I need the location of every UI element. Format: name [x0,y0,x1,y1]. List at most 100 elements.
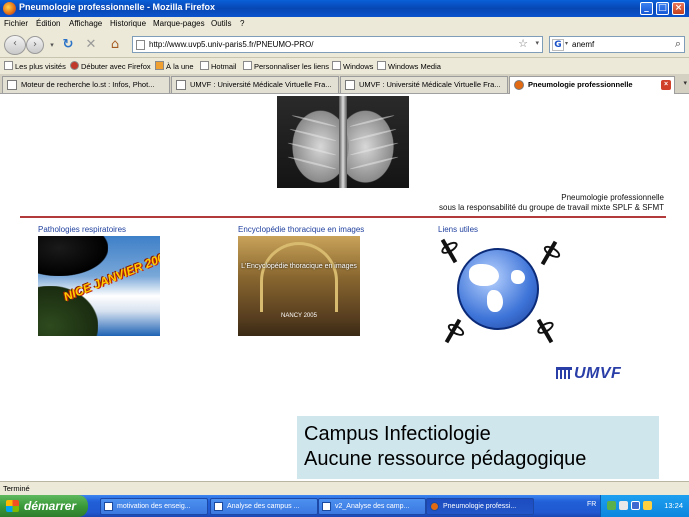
tab-pneumologie[interactable]: Pneumologie professionnelle × [509,76,675,94]
url-bar[interactable]: ☆ ▾ [132,36,543,53]
page-icon [377,61,386,70]
liens-utiles-globe-image[interactable] [437,236,567,348]
caption-subtitle: sous la responsabilité du groupe de trav… [439,203,664,212]
word-doc-icon [214,502,223,511]
menu-fichier[interactable]: Fichier [4,19,28,28]
firefox-task-icon [430,502,439,511]
pathologies-thumbnail[interactable]: NICE JANVIER 2004 [38,236,160,336]
status-text: Terminé [3,484,30,493]
minimize-button[interactable]: _ [640,2,653,15]
tab-favicon [176,80,186,90]
task-pneumologie[interactable]: Pneumologie professi... [426,498,534,515]
task-motivation[interactable]: motivation des enseig... [100,498,208,515]
tab-list-dropdown-icon[interactable]: ▾ [683,79,687,87]
tray-network-icon[interactable] [607,501,616,510]
search-engine-dropdown-icon[interactable]: ▾ [565,40,568,47]
url-dropdown-icon[interactable]: ▾ [535,39,539,47]
history-dropdown-icon[interactable]: ▾ [44,37,60,53]
menu-marque-pages[interactable]: Marque-pages [153,19,205,28]
bookmark-a-la-une[interactable]: À la une [155,61,194,71]
bookmark-debuter-firefox[interactable]: Débuter avec Firefox [70,61,151,71]
tab-strip: Moteur de recherche lo.st : Infos, Phot.… [0,74,689,94]
rss-icon [155,61,164,70]
divider [20,216,666,218]
firefox-bookmark-icon [70,61,79,70]
bookmark-personnaliser[interactable]: Personnaliser les liens [243,61,329,71]
bookmark-windows-media[interactable]: Windows Media [377,61,441,71]
campus-subtitle: Aucune ressource pédagogique [304,448,587,470]
clock[interactable]: 13:24 [664,501,683,510]
tab-favicon [7,80,17,90]
system-tray: FR 13:24 [587,495,689,517]
forward-button[interactable]: › [26,36,44,54]
status-bar: Terminé [0,481,689,495]
close-tab-icon[interactable]: × [661,80,671,90]
reload-icon[interactable]: ↻ [60,37,76,53]
site-caption: Pneumologie professionnelle sous la resp… [439,193,664,213]
menu-edition[interactable]: Édition [36,19,60,28]
tray-volume-icon[interactable] [619,501,628,510]
tab-favicon [345,80,355,90]
firefox-tab-icon [514,80,524,90]
bookmark-star-icon[interactable]: ☆ [518,37,528,50]
bookmark-plus-visites[interactable]: Les plus visités [4,61,66,71]
link-pathologies-respiratoires[interactable]: Pathologies respiratoires [38,225,126,234]
tray-security-icon[interactable] [643,501,652,510]
language-indicator[interactable]: FR [587,501,596,508]
navigation-toolbar: ‹ › ▾ ↻ ✕ ⌂ ☆ ▾ G ▾ ⌕ [0,31,689,58]
windows-flag-icon [6,500,19,512]
globe-icon [457,248,539,330]
link-encyclopedie-thoracique[interactable]: Encyclopédie thoracique en images [238,225,364,234]
chest-xray-image [277,96,409,188]
back-button[interactable]: ‹ [4,35,26,55]
bookmark-windows[interactable]: Windows [332,61,373,71]
task-analyse-campus[interactable]: Analyse des campus ... [210,498,318,515]
word-doc-icon [322,502,331,511]
link-liens-utiles[interactable]: Liens utiles [438,225,478,234]
page-content: Pneumologie professionnelle sous la resp… [0,95,689,480]
search-bar[interactable]: G ▾ ⌕ [549,36,685,53]
windows-taskbar: démarrer motivation des enseig... Analys… [0,495,689,517]
page-icon [243,61,252,70]
caption-title: Pneumologie professionnelle [561,193,664,202]
menu-help[interactable]: ? [240,19,244,28]
google-icon[interactable]: G [552,39,564,51]
start-button[interactable]: démarrer [0,495,88,517]
encyclopedie-thumbnail[interactable]: L'Encyclopédie thoracique en images NANC… [238,236,360,336]
window-title: Pneumologie professionnelle - Mozilla Fi… [19,2,216,12]
search-input[interactable] [572,38,662,51]
page-icon [332,61,341,70]
menu-historique[interactable]: Historique [110,19,146,28]
window-titlebar: Pneumologie professionnelle - Mozilla Fi… [0,0,689,17]
tab-umvf-1[interactable]: UMVF : Université Médicale Virtuelle Fra… [171,76,339,93]
home-icon[interactable]: ⌂ [107,37,123,53]
menu-outils[interactable]: Outils [211,19,231,28]
campus-title: Campus Infectiologie [304,423,491,445]
menu-affichage[interactable]: Affichage [69,19,102,28]
bookmarks-toolbar: Les plus visités Débuter avec Firefox À … [0,58,689,74]
page-icon [136,40,145,50]
page-icon [200,61,209,70]
encyclopedie-thumb-date: NANCY 2005 [281,313,317,319]
search-icon[interactable]: ⌕ [675,37,681,51]
word-doc-icon [104,502,113,511]
tab-lost[interactable]: Moteur de recherche lo.st : Infos, Phot.… [2,76,170,93]
firefox-icon [3,2,16,15]
tab-umvf-2[interactable]: UMVF : Université Médicale Virtuelle Fra… [340,76,508,93]
stop-icon[interactable]: ✕ [83,37,99,53]
umvf-pillar-icon [556,367,572,379]
maximize-button[interactable]: □ [656,2,669,15]
tray-app-icon[interactable] [631,501,640,510]
bookmark-icon [4,61,13,70]
bookmark-hotmail[interactable]: Hotmail [200,61,236,71]
umvf-logo[interactable]: UMVF [556,365,621,383]
campus-overlay: Campus Infectiologie Aucune ressource pé… [297,416,659,479]
caduceus-icon [444,318,462,344]
menu-bar: Fichier Édition Affichage Historique Mar… [0,17,689,31]
close-button[interactable]: × [672,2,685,15]
caduceus-icon [440,238,458,264]
caduceus-icon [540,240,558,266]
url-input[interactable] [149,38,509,51]
task-v2-analyse[interactable]: v2_Analyse des camp... [318,498,426,515]
caduceus-icon [536,318,554,344]
